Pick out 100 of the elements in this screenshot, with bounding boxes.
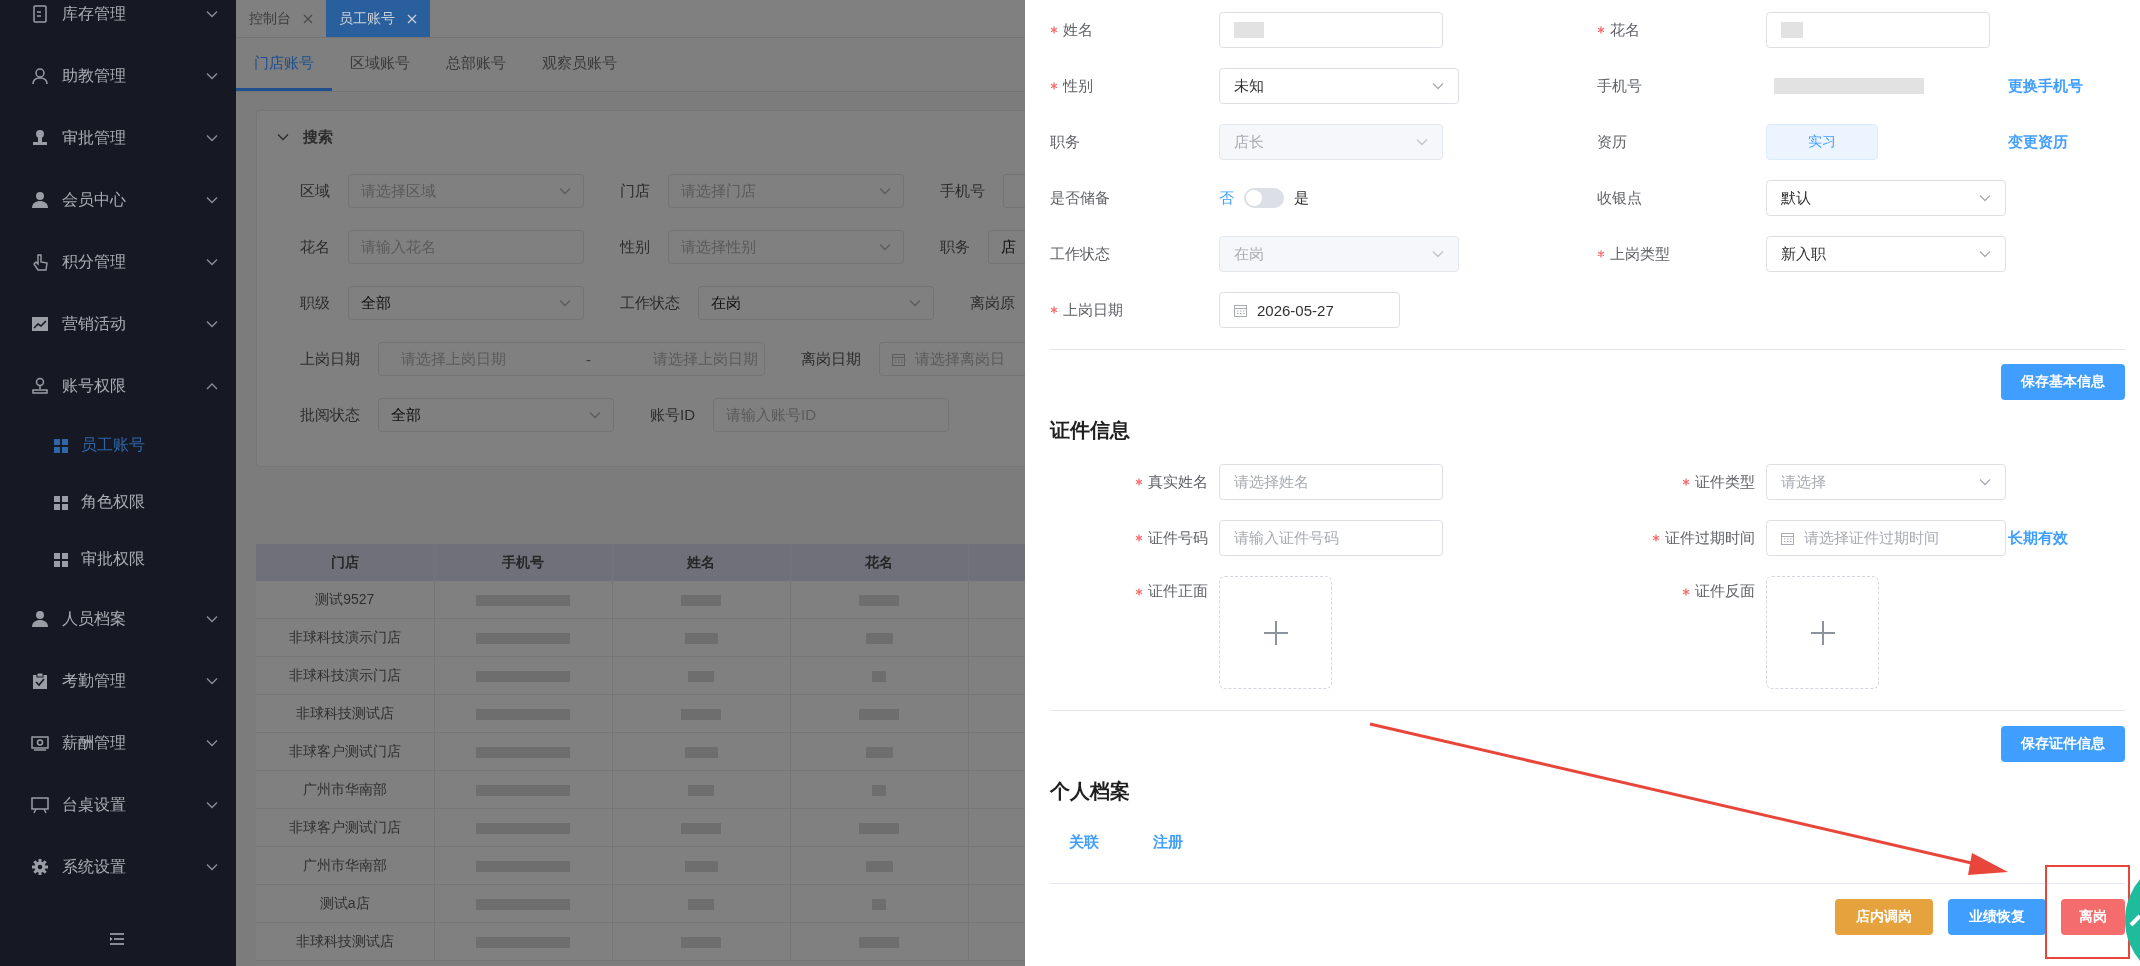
chevron-icon bbox=[879, 243, 891, 251]
menu-item[interactable]: 台桌设置 bbox=[0, 774, 236, 836]
chevron-icon bbox=[1979, 478, 1991, 486]
chevron-icon bbox=[1979, 194, 1991, 202]
save-button[interactable]: 保存证件信息 bbox=[2001, 726, 2125, 762]
close-icon[interactable] bbox=[303, 13, 313, 24]
status-tag: 实习 bbox=[1766, 124, 1878, 160]
date-field[interactable]: 请选择证件过期时间 bbox=[1766, 520, 2006, 556]
tab[interactable]: 观察员账号 bbox=[524, 38, 635, 91]
section-title: 个人档案 bbox=[1050, 779, 1131, 803]
table-cell: 非球科技测试店 bbox=[256, 694, 434, 733]
submenu-item[interactable]: 角色权限 bbox=[0, 474, 236, 531]
action-button[interactable]: 业绩恢复 bbox=[1948, 899, 2046, 935]
field-label: 资历 bbox=[1597, 132, 1627, 152]
field-label: 证件类型 bbox=[1695, 472, 1755, 492]
select-field[interactable]: 在岗 bbox=[698, 286, 934, 320]
select-field[interactable]: 全部 bbox=[348, 286, 584, 320]
menu-item[interactable]: 助教管理 bbox=[0, 45, 236, 107]
menu-item[interactable]: 系统设置 bbox=[0, 836, 236, 898]
table-cell: 非球科技演示门店 bbox=[256, 656, 434, 695]
select-field[interactable]: 未知 bbox=[1219, 68, 1459, 104]
calendar-icon bbox=[892, 352, 905, 366]
user-icon bbox=[31, 67, 49, 85]
upload-box[interactable] bbox=[1219, 576, 1332, 689]
chevron-icon bbox=[1979, 250, 1991, 258]
input-field[interactable]: 请输入证件号码 bbox=[1219, 520, 1443, 556]
submenu-item[interactable]: 审批权限 bbox=[0, 531, 236, 588]
action-button[interactable]: 离岗 bbox=[2061, 899, 2125, 935]
input-field[interactable]: 请选择姓名 bbox=[1219, 464, 1443, 500]
screen-icon bbox=[31, 796, 49, 814]
toggle-switch[interactable] bbox=[1244, 188, 1284, 208]
field-label: 性别 bbox=[1063, 76, 1093, 96]
menu-item[interactable]: 积分管理 bbox=[0, 231, 236, 293]
input-field[interactable] bbox=[1003, 174, 1025, 208]
chart-icon bbox=[31, 315, 49, 333]
table-cell: 非球客户测试门店 bbox=[256, 732, 434, 771]
menu-item[interactable]: 审批管理 bbox=[0, 107, 236, 169]
link[interactable]: 长期有效 bbox=[2008, 528, 2068, 548]
chevron-icon bbox=[589, 411, 601, 419]
redacted-text bbox=[1781, 22, 1803, 38]
menu-item[interactable]: 库存管理 bbox=[0, 0, 236, 45]
field-label: 门店 bbox=[620, 181, 650, 201]
table-cell: 非球客户测试门店 bbox=[256, 808, 434, 847]
column-header: 手机号 bbox=[434, 544, 612, 581]
menu-item[interactable]: 营销活动 bbox=[0, 293, 236, 355]
tab[interactable]: 区域账号 bbox=[332, 38, 428, 91]
field-label: 证件反面 bbox=[1695, 582, 1755, 601]
save-button[interactable]: 保存基本信息 bbox=[2001, 364, 2125, 400]
document-icon bbox=[31, 5, 49, 23]
submenu-item[interactable]: 员工账号 bbox=[0, 417, 236, 474]
select-field[interactable]: 请选择 bbox=[1766, 464, 2006, 500]
field-label: 区域 bbox=[300, 181, 330, 201]
chevron-icon bbox=[1416, 138, 1428, 146]
menu-item[interactable]: 薪酬管理 bbox=[0, 712, 236, 774]
menu-item[interactable]: 会员中心 bbox=[0, 169, 236, 231]
menu-item[interactable]: 账号权限 bbox=[0, 355, 236, 417]
chevron-icon bbox=[1432, 250, 1444, 258]
field-label: 职务 bbox=[940, 237, 970, 257]
field-label: 收银点 bbox=[1597, 188, 1642, 208]
grid-icon bbox=[54, 438, 68, 453]
menu-item[interactable]: 人员档案 bbox=[0, 588, 236, 650]
field-label: 上岗日期 bbox=[300, 349, 360, 369]
field-label: 真实姓名 bbox=[1148, 472, 1208, 492]
select-field[interactable]: 全部 bbox=[378, 398, 614, 432]
settings-icon bbox=[31, 858, 49, 876]
link[interactable]: 关联 bbox=[1069, 832, 1099, 852]
hand-icon bbox=[31, 253, 49, 271]
input-field[interactable]: 店 bbox=[988, 230, 1025, 264]
table-cell: 非球科技演示门店 bbox=[256, 618, 434, 657]
select-field[interactable]: 默认 bbox=[1766, 180, 2006, 216]
field-label: 是否储备 bbox=[1050, 188, 1110, 208]
link[interactable]: 变更资历 bbox=[2008, 132, 2068, 152]
tab[interactable]: 门店账号 bbox=[236, 38, 332, 91]
chevron-icon[interactable] bbox=[277, 133, 289, 141]
select-field[interactable]: 新入职 bbox=[1766, 236, 2006, 272]
tab[interactable]: 总部账号 bbox=[428, 38, 524, 91]
field-label: 离岗原 bbox=[970, 293, 1015, 313]
field-label: 上岗日期 bbox=[1063, 300, 1123, 320]
column-header: 姓名 bbox=[612, 544, 790, 581]
date-field[interactable]: 2026-05-27 bbox=[1219, 292, 1400, 328]
field-label: 花名 bbox=[1610, 20, 1640, 40]
field-label: 工作状态 bbox=[620, 293, 680, 313]
menu-item[interactable]: 考勤管理 bbox=[0, 650, 236, 712]
user-icon bbox=[31, 191, 49, 209]
field-label: 批阅状态 bbox=[300, 405, 360, 425]
table-cell: 广州市华南部 bbox=[256, 846, 434, 885]
menu-icon[interactable] bbox=[109, 932, 125, 946]
grid-icon bbox=[54, 552, 68, 567]
field-label: 账号ID bbox=[650, 405, 695, 425]
page-tab[interactable]: 控制台 bbox=[236, 0, 326, 37]
column-header: 花名 bbox=[790, 544, 968, 581]
field-label: 证件过期时间 bbox=[1665, 528, 1755, 548]
upload-box[interactable] bbox=[1766, 576, 1879, 689]
field-label: 工作状态 bbox=[1050, 244, 1110, 264]
user-icon bbox=[31, 610, 49, 628]
field-label: 职级 bbox=[300, 293, 330, 313]
action-button[interactable]: 店内调岗 bbox=[1835, 899, 1933, 935]
link[interactable]: 更换手机号 bbox=[2008, 76, 2083, 96]
link[interactable]: 注册 bbox=[1153, 832, 1183, 852]
page-tab[interactable]: 员工账号 bbox=[326, 0, 430, 37]
